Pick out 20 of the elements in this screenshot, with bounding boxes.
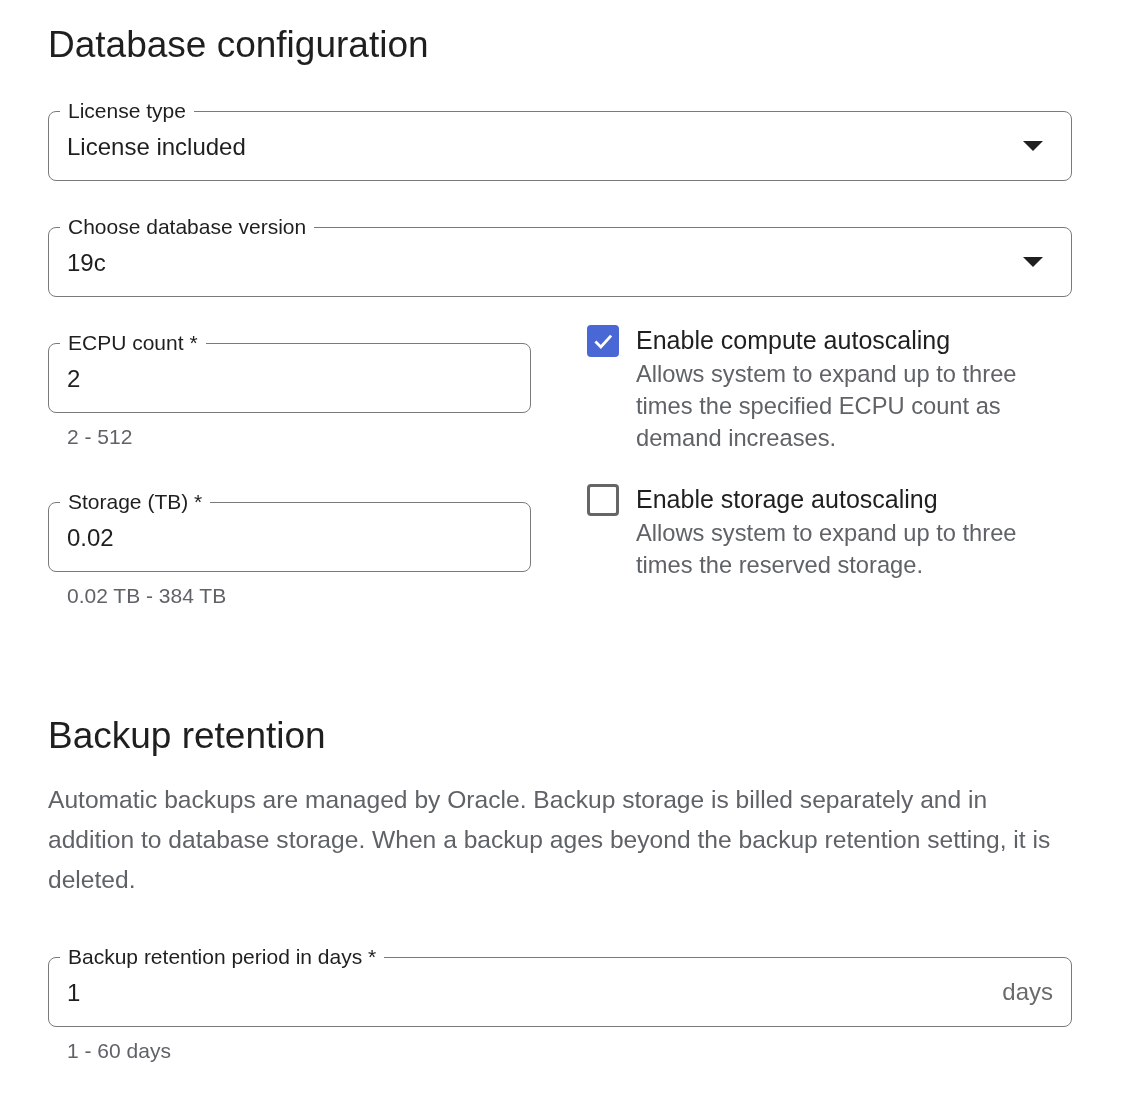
section-title: Database configuration xyxy=(48,23,430,67)
helper-text: 0.02 TB - 384 TB xyxy=(67,584,227,608)
field-value: 0.02 xyxy=(67,523,115,552)
section-title: Backup retention xyxy=(48,714,327,758)
field-value: 1 xyxy=(67,978,82,1007)
helper-text: 2 - 512 xyxy=(67,425,133,449)
checkbox-description: Allows system to expand up to three times the reserved storage. xyxy=(636,519,1018,580)
caret-icon xyxy=(1023,257,1043,267)
checkbox[interactable] xyxy=(587,325,619,357)
checkbox[interactable] xyxy=(587,484,619,516)
helper-text: 1 - 60 days xyxy=(67,1039,171,1063)
checkbox-label: Enable storage autoscaling xyxy=(636,484,939,515)
caret-icon xyxy=(1023,141,1043,151)
section-description: Automatic backups are managed by Oracle. Backup storage is billed separately and in addition to database storage. When a backup ages beyond the backup retention setting, it is deleted. xyxy=(48,785,1052,895)
unit-suffix: days xyxy=(1002,978,1053,1006)
field-value: 19c xyxy=(67,248,107,277)
field-value: 2 xyxy=(67,364,82,393)
checkbox-description: Allows system to expand up to three times the specified ECPU count as demand increases. xyxy=(636,360,1018,453)
checkbox-label: Enable compute autoscaling xyxy=(636,325,952,356)
field-value: License included xyxy=(67,132,247,161)
